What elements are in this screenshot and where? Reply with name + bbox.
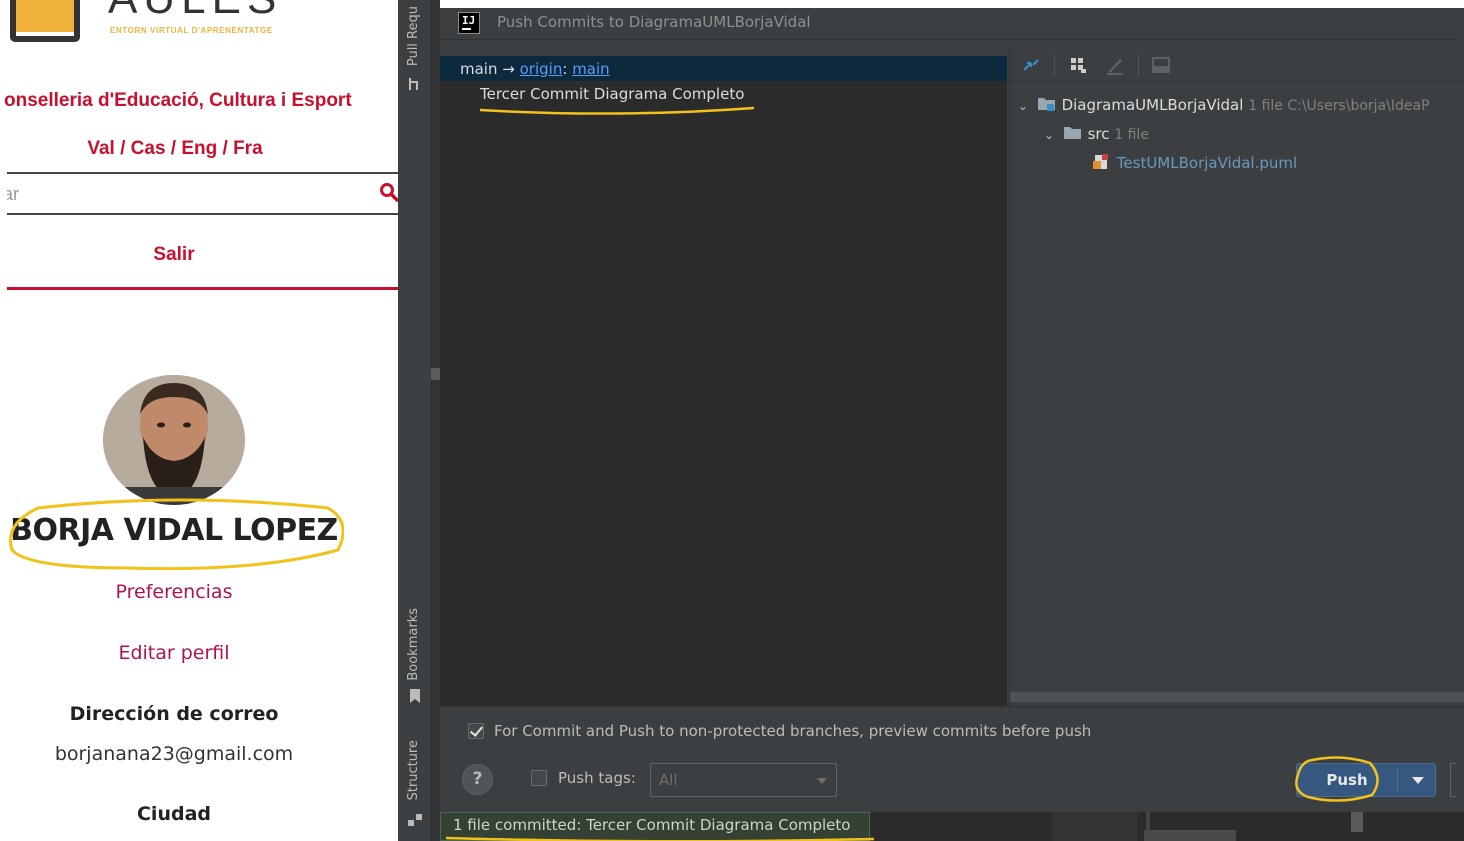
branch-separator: : — [562, 60, 568, 78]
tree-toolbar — [1010, 48, 1464, 82]
email-label: Dirección de correo — [69, 703, 279, 725]
push-tags-label: Push tags: — [558, 769, 636, 787]
edit-source-icon[interactable] — [1104, 54, 1126, 76]
push-tags-value: All — [659, 771, 678, 789]
toolbar-separator — [1138, 54, 1139, 76]
divider — [7, 287, 398, 290]
search-bar — [7, 172, 398, 215]
status-notification[interactable]: 1 file committed: Tercer Commit Diagrama… — [440, 812, 870, 841]
folder-name: src — [1087, 125, 1110, 143]
folder-info: 1 file — [1114, 127, 1149, 143]
remote-branch-link[interactable]: main — [572, 60, 609, 78]
annotation-underline — [479, 106, 755, 115]
puml-file-icon — [1093, 154, 1108, 169]
logo-wordmark: AULES — [108, 0, 282, 24]
avatar-portrait-icon — [103, 375, 245, 505]
search-input[interactable] — [7, 180, 367, 208]
search-icon[interactable] — [379, 182, 398, 202]
help-button[interactable]: ? — [462, 764, 493, 795]
preview-commits-label: For Commit and Push to non-protected bra… — [494, 722, 1092, 740]
push-tags-select[interactable]: All — [650, 763, 837, 797]
dialog-title: Push Commits to DiagramaUMLBorjaVidal — [497, 13, 811, 31]
tab-bookmarks[interactable]: Bookmarks — [406, 608, 421, 681]
tab-pull-requests[interactable]: Pull Requ — [406, 6, 421, 66]
commit-item[interactable]: Tercer Commit Diagrama Completo — [480, 85, 744, 103]
conselleria-link[interactable]: onselleria d'Educació, Cultura i Esport — [4, 90, 352, 112]
structure-icon[interactable] — [407, 812, 423, 828]
tree-item-folder[interactable]: ⌄ src 1 file — [1044, 125, 1149, 143]
push-tags-checkbox[interactable] — [531, 770, 547, 786]
chevron-down-icon[interactable]: ⌄ — [1018, 99, 1032, 113]
city-label: Ciudad — [136, 803, 211, 825]
status-widget[interactable] — [1351, 812, 1363, 832]
split-divider — [1397, 768, 1398, 792]
toolbar-separator — [1054, 54, 1055, 76]
intellij-icon: IJ — [458, 12, 480, 34]
edit-profile-link[interactable]: Editar perfil — [0, 642, 348, 664]
status-message: 1 file committed: Tercer Commit Diagrama… — [453, 816, 851, 834]
horizontal-scrollbar[interactable] — [1010, 692, 1464, 702]
push-options-dropdown-icon[interactable] — [1412, 777, 1424, 784]
language-selector[interactable]: Val / Cas / Eng / Fra — [0, 138, 350, 160]
preview-commits-checkbox[interactable] — [468, 723, 484, 739]
expand-collapse-icon[interactable] — [1020, 54, 1042, 76]
email-value: borjanana23@gmail.com — [54, 743, 294, 765]
push-commits-dialog: IJ Push Commits to DiagramaUMLBorjaVidal… — [440, 8, 1464, 841]
branch-label: main → origin: main — [460, 60, 610, 78]
project-info: 1 file C:\Users\borja\IdeaP — [1248, 98, 1430, 114]
tree-item-project[interactable]: ⌄ DiagramaUMLBorjaVidal 1 file C:\Users\… — [1018, 96, 1430, 114]
group-by-icon[interactable] — [1068, 54, 1090, 76]
scroll-marker — [431, 368, 440, 380]
branch-row[interactable]: main → origin: main — [440, 56, 1007, 81]
editor-gutter — [432, 0, 440, 841]
preferences-link[interactable]: Preferencias — [0, 581, 348, 603]
chevron-down-icon[interactable]: ⌄ — [1044, 128, 1058, 142]
pull-request-icon[interactable] — [407, 76, 423, 92]
user-full-name: BORJA VIDAL LOPEZ — [10, 513, 338, 548]
cancel-button-edge[interactable] — [1450, 763, 1456, 797]
tablet-logo-icon — [10, 0, 80, 42]
status-widget[interactable] — [1052, 812, 1138, 841]
file-name: TestUMLBorjaVidal.puml — [1116, 154, 1298, 172]
show-diff-icon[interactable] — [1150, 54, 1172, 76]
folder-icon — [1063, 127, 1081, 139]
push-button[interactable]: Push — [1296, 763, 1436, 797]
arrow-icon: → — [502, 60, 515, 78]
dialog-titlebar: IJ Push Commits to DiagramaUMLBorjaVidal — [440, 8, 1456, 40]
project-name: DiagramaUMLBorjaVidal — [1061, 96, 1244, 114]
changes-tree-panel: ⌄ DiagramaUMLBorjaVidal 1 file C:\Users\… — [1009, 48, 1464, 706]
ide-tool-strip: Pull Requ Bookmarks Structure — [398, 0, 432, 841]
dialog-footer: For Commit and Push to non-protected bra… — [440, 706, 1464, 816]
remote-link[interactable]: origin — [520, 60, 563, 78]
bookmark-icon[interactable] — [407, 688, 423, 704]
logout-link[interactable]: Salir — [0, 244, 348, 266]
chevron-down-icon — [817, 778, 827, 784]
status-widget[interactable] — [1144, 830, 1236, 841]
logo-subtitle: ENTORN VIRTUAL D'APRENENTATGE — [110, 26, 273, 35]
module-folder-icon — [1037, 98, 1055, 111]
commits-list: main → origin: main Tercer Commit Diagra… — [440, 56, 1007, 706]
push-button-label: Push — [1326, 771, 1368, 789]
avatar — [103, 375, 245, 505]
tab-structure[interactable]: Structure — [406, 740, 421, 800]
website-panel: AULES ENTORN VIRTUAL D'APRENENTATGE onse… — [0, 0, 398, 841]
tree-item-file[interactable]: TestUMLBorjaVidal.puml — [1092, 153, 1297, 172]
status-bar: 1 file committed: Tercer Commit Diagrama… — [440, 812, 1464, 841]
local-branch: main — [460, 60, 498, 78]
